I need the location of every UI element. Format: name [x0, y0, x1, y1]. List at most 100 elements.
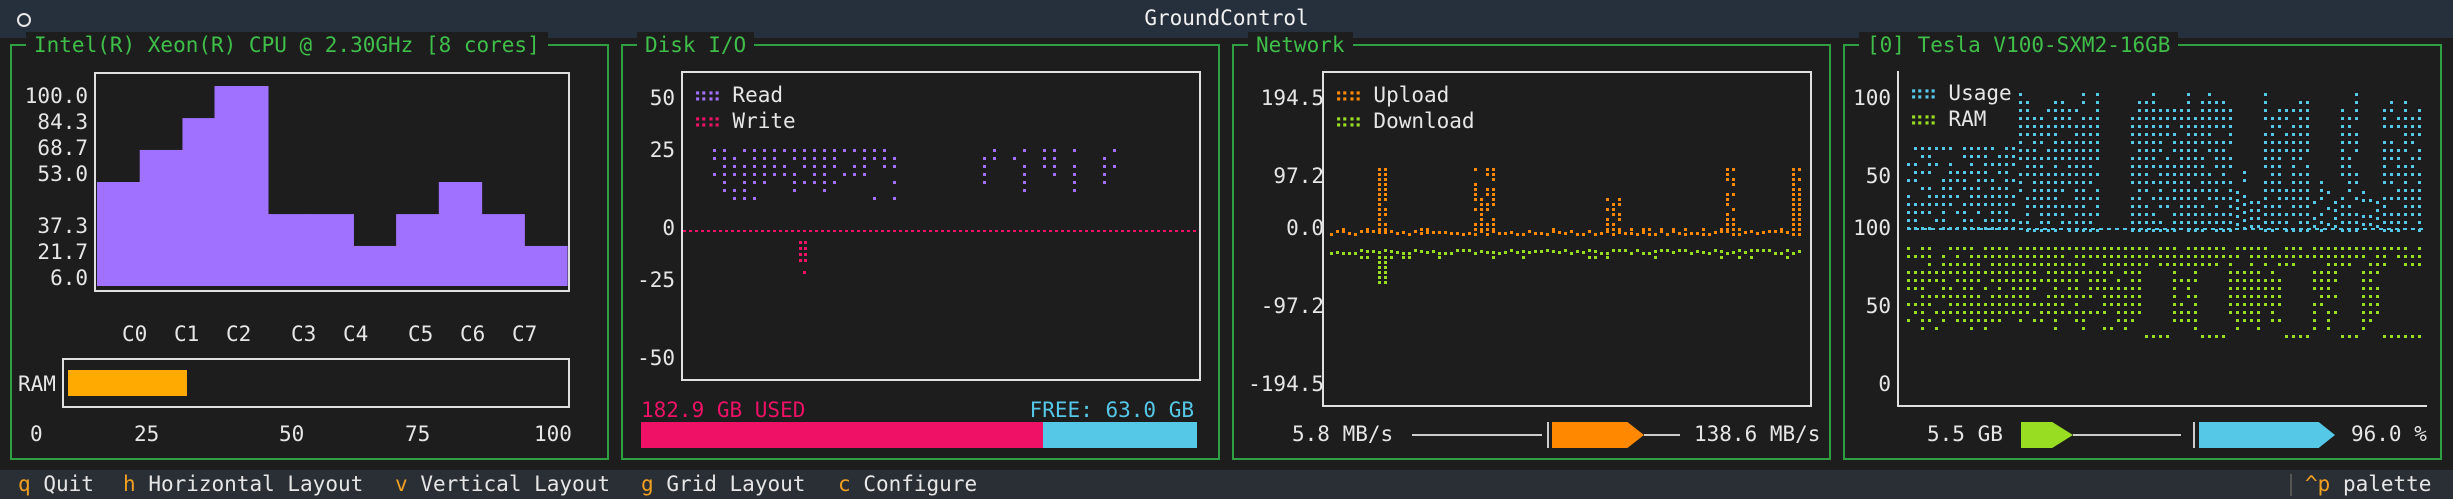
gpu-ram-dot	[2376, 255, 2379, 258]
upload-dot	[1378, 193, 1381, 196]
gpu-usage-dot	[2278, 149, 2281, 152]
gpu-ram-dot	[2110, 295, 2113, 298]
gpu-ram-dot	[2201, 263, 2204, 266]
gpu-usage-dot	[2089, 173, 2092, 176]
upload-dot	[1474, 183, 1477, 186]
gpu-ram-dot	[1928, 319, 1931, 322]
download-dot	[1600, 252, 1603, 255]
gpu-usage-dot	[2187, 133, 2190, 136]
gpu-usage-dot	[2173, 181, 2176, 184]
gpu-ram-dot	[2341, 263, 2344, 266]
gpu-usage-dot	[1998, 219, 2001, 222]
gpu-usage-dot	[2194, 197, 2197, 200]
gpu-usage-dot	[2215, 229, 2218, 232]
gpu-usage-dot	[2054, 205, 2057, 208]
gpu-usage-dot	[2082, 221, 2085, 224]
gpu-ram-dot	[2173, 263, 2176, 266]
disk-read-dot	[723, 173, 726, 176]
upload-dot	[1450, 232, 1453, 235]
disk-read-dot	[1043, 157, 1046, 160]
gpu-ram-dot	[2418, 263, 2421, 266]
gpu-usage-dot	[2250, 217, 2253, 220]
gpu-ram-dot	[2271, 319, 2274, 322]
ram-label: RAM	[18, 372, 56, 396]
shortcut-key: h	[123, 472, 136, 496]
gpu-ram-dot	[2327, 319, 2330, 322]
download-dot	[1366, 250, 1369, 253]
gpu-usage-dot	[1907, 195, 1910, 198]
gpu-usage-dot	[1998, 171, 2001, 174]
gpu-ram-dot	[2257, 295, 2260, 298]
gpu-usage-dot	[2404, 101, 2407, 104]
download-legend-label: Download	[1373, 109, 1475, 133]
gpu-usage-dot	[2138, 181, 2141, 184]
gpu-usage-dot	[2229, 205, 2232, 208]
gpu-usage-dot	[2131, 133, 2134, 136]
quit-shortcut[interactable]: q Quit	[18, 470, 94, 499]
gpu-usage-dot	[2222, 109, 2225, 112]
gpu-ram-dot	[2068, 247, 2071, 250]
configure-shortcut[interactable]: c Configure	[838, 470, 977, 499]
upload-dot	[1492, 203, 1495, 206]
gpu-usage-dot	[2229, 141, 2232, 144]
palette-shortcut[interactable]: ^p palette	[2305, 470, 2431, 499]
gpu-usage-dot	[2257, 225, 2260, 228]
horizontal-layout-shortcut[interactable]: h Horizontal Layout	[123, 470, 363, 499]
gpu-usage-dot	[2355, 197, 2358, 200]
download-legend-dots: ⠶⠶	[1334, 109, 1363, 133]
gpu-ram-dot	[1921, 255, 1924, 258]
disk-read-dot	[823, 181, 826, 184]
upload-dot	[1606, 228, 1609, 231]
gpu-ram-dot	[2131, 279, 2134, 282]
gpu-ram-legend-label: RAM	[1948, 107, 1987, 131]
download-dot	[1468, 249, 1471, 252]
disk-read-dot	[863, 149, 866, 152]
gpu-usage-dot	[2418, 133, 2421, 136]
gpu-usage-dot	[2026, 173, 2029, 176]
gpu-ram-dot	[2264, 279, 2267, 282]
gpu-usage-dot	[2411, 165, 2414, 168]
gpu-usage-dot	[2166, 133, 2169, 136]
gpu-usage-dot	[2376, 217, 2379, 220]
gpu-usage-dot	[2082, 165, 2085, 168]
upload-dot	[1594, 233, 1597, 236]
gpu-ram-dot	[2243, 295, 2246, 298]
gpu-usage-dot	[2348, 181, 2351, 184]
gpu-usage-dot	[2138, 189, 2141, 192]
gpu-usage-dot	[2026, 165, 2029, 168]
gpu-usage-dot	[2005, 219, 2008, 222]
vertical-layout-shortcut[interactable]: v Vertical Layout	[395, 470, 610, 499]
upload-dot	[1378, 213, 1381, 216]
disk-read-dot	[1053, 165, 1056, 168]
gpu-usage-dot	[2019, 181, 2022, 184]
gpu-ram-dot	[2005, 279, 2008, 282]
gpu-usage-dot	[2278, 181, 2281, 184]
gpu-ram-dot	[1942, 255, 1945, 258]
gpu-ram-dot	[1998, 263, 2001, 266]
gpu-usage-dot	[2215, 213, 2218, 216]
gpu-usage-dot	[2285, 141, 2288, 144]
status-separator	[2290, 474, 2292, 496]
gpu-ram-dot	[2082, 255, 2085, 258]
upload-dot	[1486, 223, 1489, 226]
gpu-usage-dot	[2187, 221, 2190, 224]
disk-read-dot	[723, 189, 726, 192]
upload-dot	[1474, 193, 1477, 196]
gpu-usage-dot	[1991, 219, 1994, 222]
download-dot	[1390, 256, 1393, 259]
gpu-usage-dot	[2404, 109, 2407, 112]
gpu-usage-dot	[2033, 141, 2036, 144]
gpu-usage-dot	[2152, 133, 2155, 136]
disk-read-dot	[743, 181, 746, 184]
download-dot	[1348, 252, 1351, 255]
gpu-usage-dot	[2096, 101, 2099, 104]
gpu-ram-dot	[2271, 279, 2274, 282]
download-dot	[1594, 250, 1597, 253]
gpu-usage-dot	[2152, 197, 2155, 200]
gpu-ram-dot	[2054, 247, 2057, 250]
gpu-usage-dot	[2159, 197, 2162, 200]
upload-dot	[1798, 193, 1801, 196]
gpu-usage-dot	[2397, 173, 2400, 176]
gpu-ram-dot	[2271, 287, 2274, 290]
grid-layout-shortcut[interactable]: g Grid Layout	[641, 470, 805, 499]
